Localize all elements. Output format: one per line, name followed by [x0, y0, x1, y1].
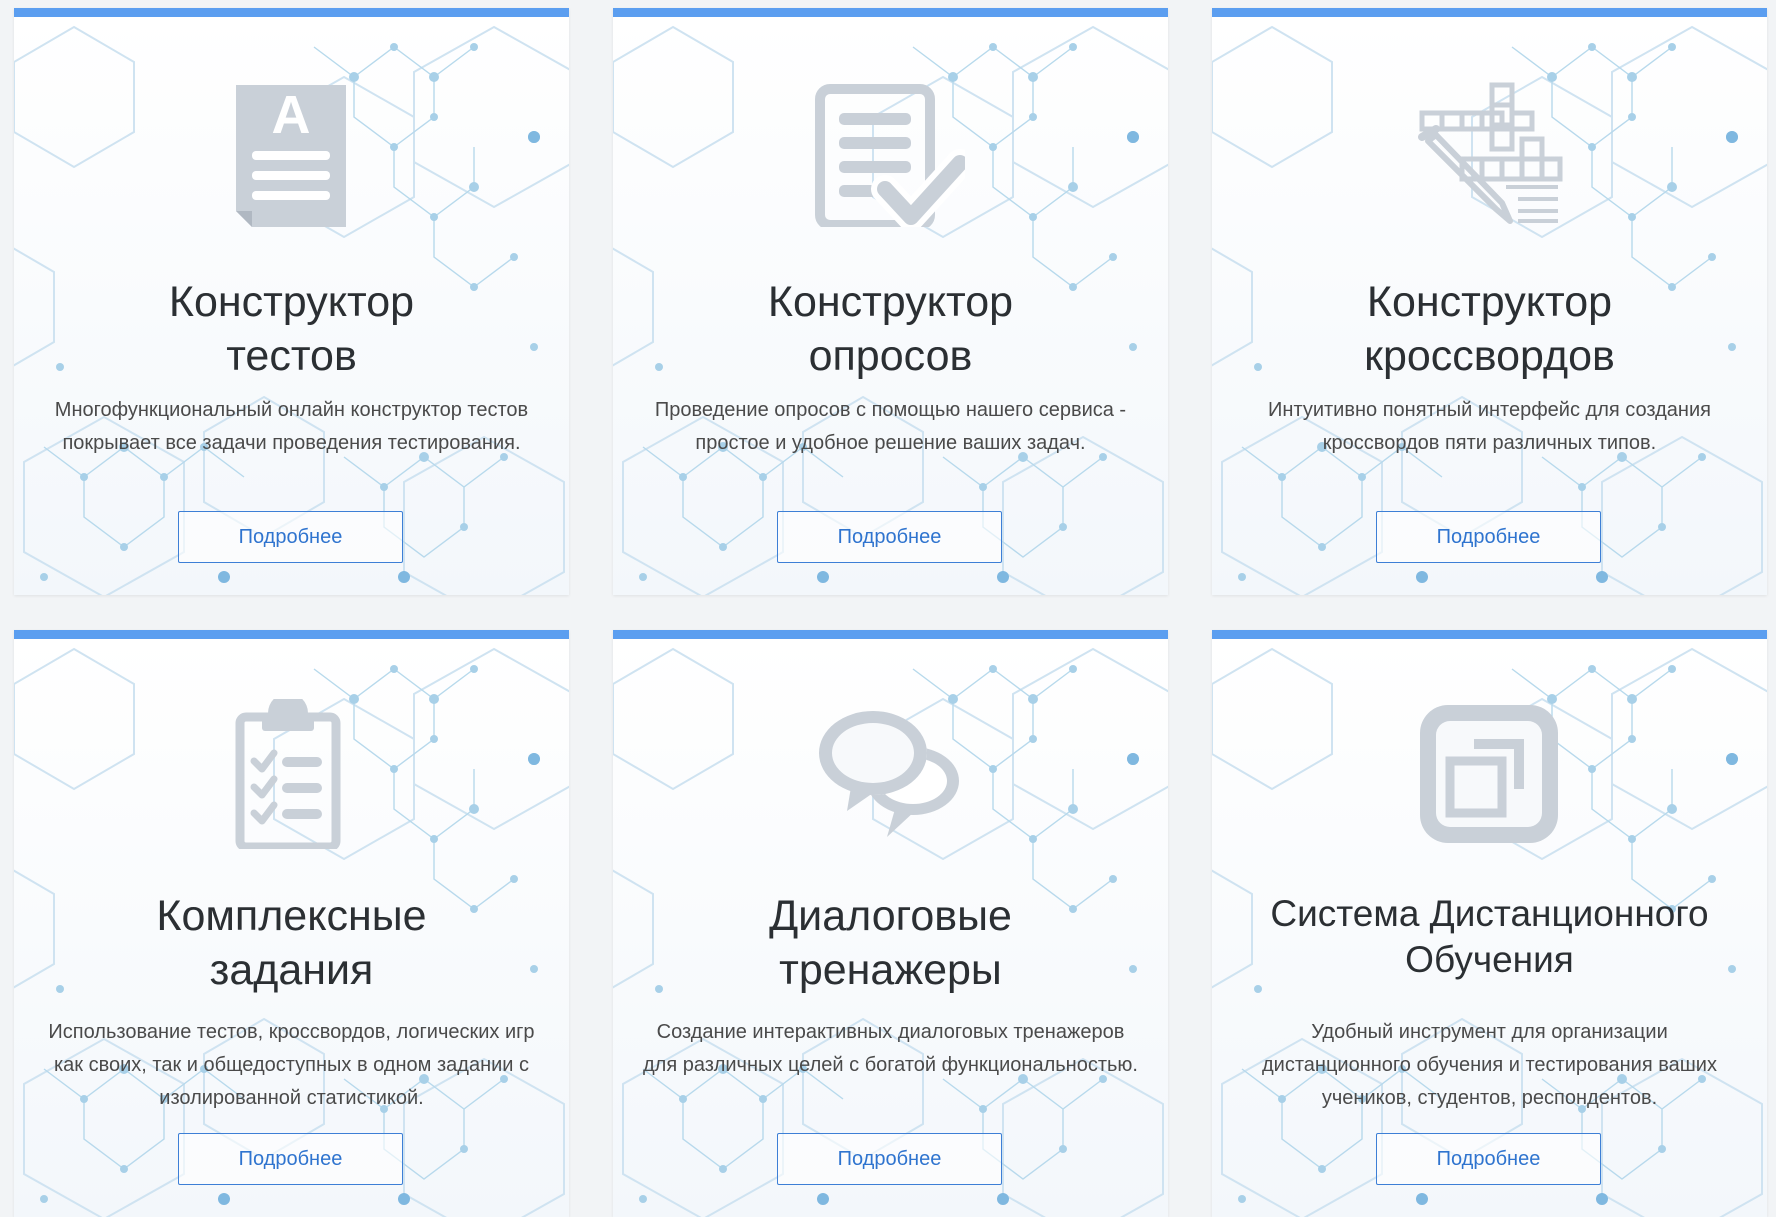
card-title: Конструктор тестов	[168, 278, 415, 380]
window-restore-icon	[1420, 705, 1558, 843]
card-title: Конструктор кроссвордов	[1364, 278, 1615, 380]
details-button[interactable]: Подробнее	[1376, 1133, 1601, 1185]
card-survey-builder: Конструктор опросов Проведение опросов с…	[613, 8, 1168, 595]
card-description: Многофункциональный онлайн конструктор т…	[54, 399, 529, 454]
speech-bubbles-icon	[819, 711, 959, 837]
card-test-builder: A Конструктор тестов Многофункциональный…	[14, 8, 569, 595]
card-title: Конструктор опросов	[767, 278, 1014, 380]
card-description: Удобный инструмент для организации диста…	[1262, 1021, 1717, 1109]
card-distance-learning: Система Дистанционного Обучения Удобный …	[1212, 630, 1767, 1217]
details-button[interactable]: Подробнее	[777, 511, 1002, 563]
details-button[interactable]: Подробнее	[178, 1133, 403, 1185]
document-check-icon	[815, 84, 965, 227]
card-complex-tasks: Комплексные задания Использование тестов…	[14, 630, 569, 1217]
card-description: Проведение опросов с помощью нашего серв…	[654, 399, 1127, 454]
card-description: Использование тестов, кроссвордов, логич…	[48, 1021, 535, 1109]
details-button[interactable]: Подробнее	[777, 1133, 1002, 1185]
card-crossword-builder: Конструктор кроссвордов Интуитивно понят…	[1212, 8, 1767, 595]
card-title: Диалоговые тренажеры	[769, 892, 1012, 994]
card-title: Комплексные задания	[156, 892, 427, 994]
card-description: Создание интерактивных диалоговых тренаж…	[643, 1021, 1138, 1076]
card-title: Система Дистанционного Обучения	[1270, 893, 1709, 980]
details-button[interactable]: Подробнее	[1376, 511, 1601, 563]
details-button[interactable]: Подробнее	[178, 511, 403, 563]
card-dialog-trainers: Диалоговые тренажеры Создание интерактив…	[613, 630, 1168, 1217]
clipboard-checklist-icon	[235, 699, 341, 849]
card-description: Интуитивно понятный интерфейс для создан…	[1268, 399, 1711, 454]
document-text-icon: A	[236, 85, 346, 227]
crossword-pencil-icon	[1418, 82, 1563, 224]
svg-text:A: A	[272, 85, 311, 145]
